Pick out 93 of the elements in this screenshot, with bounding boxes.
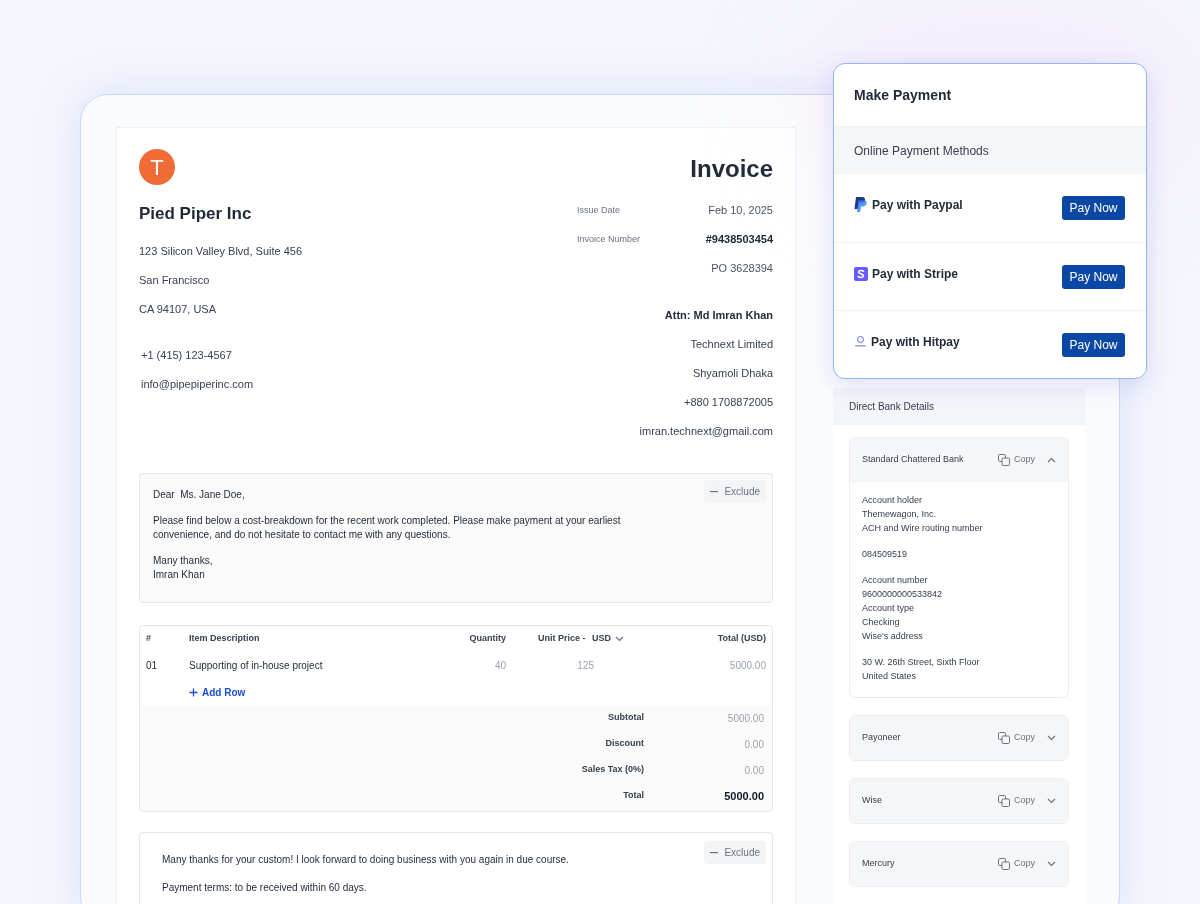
- payment-section-header: Online Payment Methods: [834, 127, 1146, 174]
- exclude-button[interactable]: Exclude: [704, 841, 766, 864]
- payment-method-name: Pay with Hitpay: [871, 333, 960, 351]
- currency-select[interactable]: USD: [592, 632, 624, 646]
- chevron-up-icon: [1047, 457, 1056, 463]
- letter-text: Dear Ms. Jane Doe,: [153, 488, 246, 502]
- exclude-button[interactable]: Exclude: [704, 480, 766, 503]
- expand-toggle[interactable]: [1047, 735, 1056, 741]
- meta-value: #9438503454: [705, 232, 773, 248]
- address-line: CA 94107, USA: [139, 302, 218, 316]
- table-cell: 40: [494, 660, 506, 671]
- copy-icon: [998, 732, 1010, 744]
- note-text: Payment terms: to be received within 60 days.: [162, 881, 368, 895]
- table-cell: 01: [146, 660, 158, 671]
- bank-name: Standard Chattered Bank: [862, 453, 964, 467]
- chevron-down-icon: [1047, 861, 1056, 867]
- pay-now-button[interactable]: Pay Now: [1062, 264, 1125, 289]
- copy-button[interactable]: Copy: [998, 731, 1035, 745]
- meta-value: PO 3628394: [711, 261, 773, 277]
- column-header: Unit Price -: [537, 632, 587, 646]
- table-cell: Supporting of in-house project: [189, 660, 323, 671]
- stripe-logo-icon: [854, 266, 868, 281]
- meta-label: Invoice Number: [577, 232, 641, 246]
- summary-value: 5000.00: [723, 788, 764, 804]
- bank-details-header: Direct Bank Details: [833, 388, 1085, 425]
- letter-text: Please find below a cost-breakdown for the recent work completed. Please make payment at your earliest convenience, and do not hesitate to contact me with any questions.: [153, 514, 622, 542]
- bank-detail-text: 9600000000533842: [862, 588, 944, 601]
- contact-line: info@pipepiperinc.com: [140, 377, 255, 391]
- bank-detail-text: Account holder: [862, 494, 924, 507]
- minus-icon: [710, 851, 719, 854]
- table-cell: 5000.00: [729, 660, 766, 671]
- paypal-logo-icon: [854, 197, 868, 213]
- bank-name: Mercury: [862, 857, 895, 871]
- minus-icon: [710, 490, 719, 493]
- column-header: #: [146, 633, 151, 644]
- bank-detail-text: 30 W. 26th Street, Sixth Floor: [862, 656, 981, 669]
- copy-button[interactable]: Copy: [998, 794, 1035, 808]
- expand-toggle[interactable]: [1047, 798, 1056, 804]
- letter-text: Many thanks,: [153, 554, 214, 568]
- letter-text: Imran Khan: [153, 568, 206, 582]
- payment-title: Make Payment: [854, 85, 952, 105]
- copy-button[interactable]: Copy: [998, 453, 1035, 467]
- bank-detail-text: Checking: [862, 616, 901, 629]
- attention-line: Attn: Md Imran Khan: [664, 308, 773, 322]
- hitpay-logo-icon: [854, 335, 867, 348]
- recipient-line: Shyamoli Dhaka: [692, 366, 773, 380]
- pay-now-button[interactable]: Pay Now: [1062, 196, 1125, 220]
- summary-value: 0.00: [743, 737, 764, 752]
- meta-label: Issue Date: [577, 203, 621, 217]
- recipient-line: imran.technext@gmail.com: [639, 424, 773, 438]
- payment-method-name: Pay with Paypal: [872, 197, 963, 214]
- summary-value: 0.00: [743, 763, 764, 778]
- summary-value: 5000.00: [726, 711, 764, 726]
- chevron-down-icon: [1047, 798, 1056, 804]
- column-header: Quantity: [469, 633, 506, 644]
- bank-detail-text: United States: [862, 670, 918, 683]
- pay-now-button[interactable]: Pay Now: [1062, 332, 1125, 357]
- summary-label: Sales Tax (0%): [581, 763, 644, 777]
- summary-label: Discount: [605, 737, 644, 751]
- meta-value: Feb 10, 2025: [708, 203, 773, 219]
- copy-icon: [998, 858, 1010, 870]
- bank-detail-text: Account type: [862, 602, 916, 615]
- address-line: San Francisco: [139, 273, 211, 287]
- invoice-title: Invoice: [690, 154, 773, 184]
- plus-icon: [189, 687, 198, 697]
- chevron-down-icon: [1047, 735, 1056, 741]
- recipient-line: Technext Limited: [690, 337, 773, 351]
- table-cell: 125: [577, 660, 594, 671]
- note-text: Many thanks for your custom! I look forward to doing business with you again in due course.: [162, 853, 569, 867]
- bank-detail-text: 084509519: [862, 548, 909, 561]
- bank-name: Wise: [862, 794, 882, 808]
- bank-detail-text: Themewagon, Inc.: [862, 508, 938, 521]
- address-line: 123 Silicon Valley Blvd, Suite 456: [139, 244, 303, 258]
- bank-name: Payoneer: [862, 731, 901, 745]
- summary-label: Total: [623, 789, 644, 803]
- chevron-down-icon: [615, 636, 624, 642]
- column-header: Item Description: [189, 633, 260, 644]
- company-name: Pied Piper Inc: [139, 204, 253, 224]
- add-row-button[interactable]: Add Row: [189, 684, 246, 700]
- bank-detail-text: Wise's address: [862, 630, 924, 643]
- bank-detail-text: ACH and Wire routing number: [862, 522, 984, 535]
- copy-button[interactable]: Copy: [998, 857, 1035, 871]
- payment-method-name: Pay with Stripe: [872, 265, 959, 283]
- column-header: Total (USD): [717, 633, 766, 644]
- expand-toggle[interactable]: [1047, 861, 1056, 867]
- company-avatar: T: [139, 149, 175, 185]
- expand-toggle[interactable]: [1047, 457, 1056, 463]
- summary-label: Subtotal: [608, 711, 644, 725]
- recipient-line: +880 1708872005: [684, 395, 773, 409]
- copy-icon: [998, 795, 1010, 807]
- copy-icon: [998, 454, 1010, 466]
- bank-detail-text: Account number: [862, 574, 929, 587]
- contact-line: +1 (415) 123-4567: [140, 348, 233, 362]
